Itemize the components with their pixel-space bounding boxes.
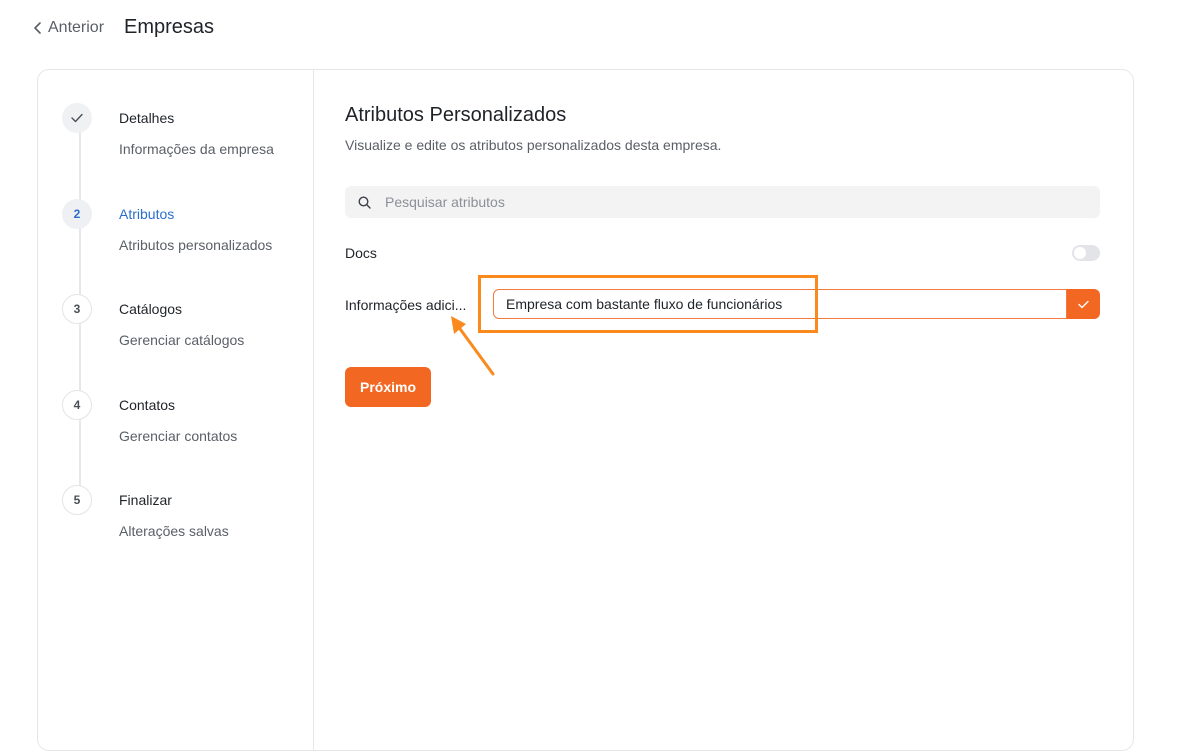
back-label: Anterior [48,19,105,36]
step-contacts[interactable]: 4 Contatos Gerenciar contatos [62,390,312,450]
confirm-button[interactable] [1067,289,1100,319]
top-bar: Anterior Empresas [0,0,1183,60]
step-subtitle: Atributos personalizados [119,237,273,253]
step-title: Atributos [119,206,175,222]
next-button[interactable]: Próximo [345,367,431,407]
check-icon [71,113,83,123]
attributes-panel: Atributos Personalizados Visualize e edi… [345,70,1105,750]
additional-info-input[interactable] [504,295,1058,313]
attribute-label-additional-info: Informações adici... [345,297,467,313]
back-button[interactable]: Anterior [33,19,104,37]
step-subtitle: Informações da empresa [119,141,274,157]
page-title: Empresas [124,16,215,38]
annotation-arrow-icon [451,316,495,376]
step-circle-done [62,103,92,133]
step-attributes[interactable]: 2 Atributos Atributos personalizados [62,199,312,259]
step-subtitle: Gerenciar catálogos [119,332,245,348]
step-subtitle: Gerenciar contatos [119,428,238,444]
docs-toggle[interactable] [1072,245,1100,261]
wizard-card: Detalhes Informações da empresa 2 Atribu… [37,69,1134,751]
step-title: Finalizar [119,492,172,508]
stepper: Detalhes Informações da empresa 2 Atribu… [38,70,314,750]
search-input[interactable] [383,193,1067,211]
step-finish[interactable]: 5 Finalizar Alterações salvas [62,485,312,545]
step-number: 3 [62,294,92,324]
step-details[interactable]: Detalhes Informações da empresa [62,103,312,163]
search-box [345,186,1100,218]
step-number: 5 [62,485,92,515]
step-number: 2 [62,199,92,229]
step-catalogs[interactable]: 3 Catálogos Gerenciar catálogos [62,294,312,354]
section-title: Atributos Personalizados [345,104,567,126]
toggle-knob [1074,247,1086,259]
step-title: Detalhes [119,110,175,126]
chevron-left-icon [34,22,41,34]
section-description: Visualize e edite os atributos personali… [345,137,722,153]
attribute-label-docs: Docs [345,245,377,261]
step-subtitle: Alterações salvas [119,523,229,539]
step-title: Catálogos [119,301,183,317]
step-number: 4 [62,390,92,420]
step-title: Contatos [119,397,176,413]
search-icon [358,195,371,209]
check-icon [1078,300,1089,308]
additional-info-field [493,289,1067,319]
